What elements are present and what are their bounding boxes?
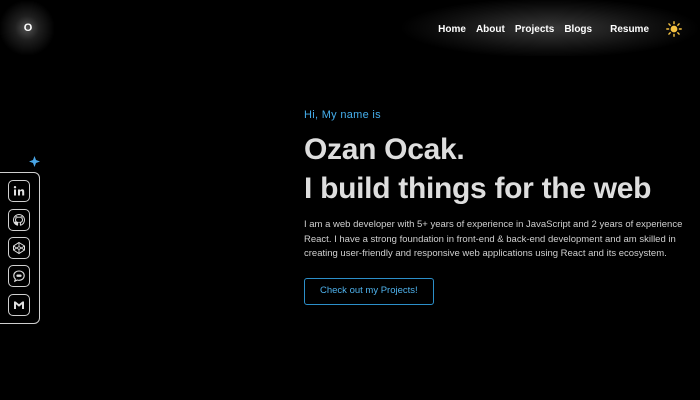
gmail-icon[interactable]	[8, 293, 30, 316]
hero-tagline: I build things for the web	[304, 172, 652, 205]
hero-section: Hi, My name is Ozan Ocak. I build things…	[304, 108, 684, 305]
codepen-icon[interactable]	[8, 236, 30, 259]
message-icon[interactable]	[8, 265, 30, 288]
sun-icon[interactable]	[666, 21, 682, 37]
portfolio-page: O Home About Projects Blogs Resume Hi, M…	[0, 0, 700, 400]
nav-about-link[interactable]: About	[471, 24, 510, 35]
site-logo[interactable]: O	[22, 22, 34, 34]
hero-name: Ozan Ocak.	[304, 133, 465, 166]
nav-home-link[interactable]: Home	[433, 24, 471, 35]
nav-blogs-link[interactable]: Blogs	[559, 24, 597, 35]
sparkle-icon	[29, 154, 40, 167]
nav-projects-link[interactable]: Projects	[510, 24, 559, 35]
main-nav: Home About Projects Blogs Resume	[433, 20, 682, 38]
social-sidebar	[0, 172, 40, 324]
projects-cta-button[interactable]: Check out my Projects!	[304, 277, 434, 305]
github-icon[interactable]	[8, 208, 30, 231]
linkedin-icon[interactable]	[8, 180, 30, 203]
hero-description: I am a web developer with 5+ years of ex…	[304, 219, 683, 259]
resume-link[interactable]: Resume	[605, 24, 654, 35]
greeting-text: Hi, My name is	[304, 109, 381, 121]
